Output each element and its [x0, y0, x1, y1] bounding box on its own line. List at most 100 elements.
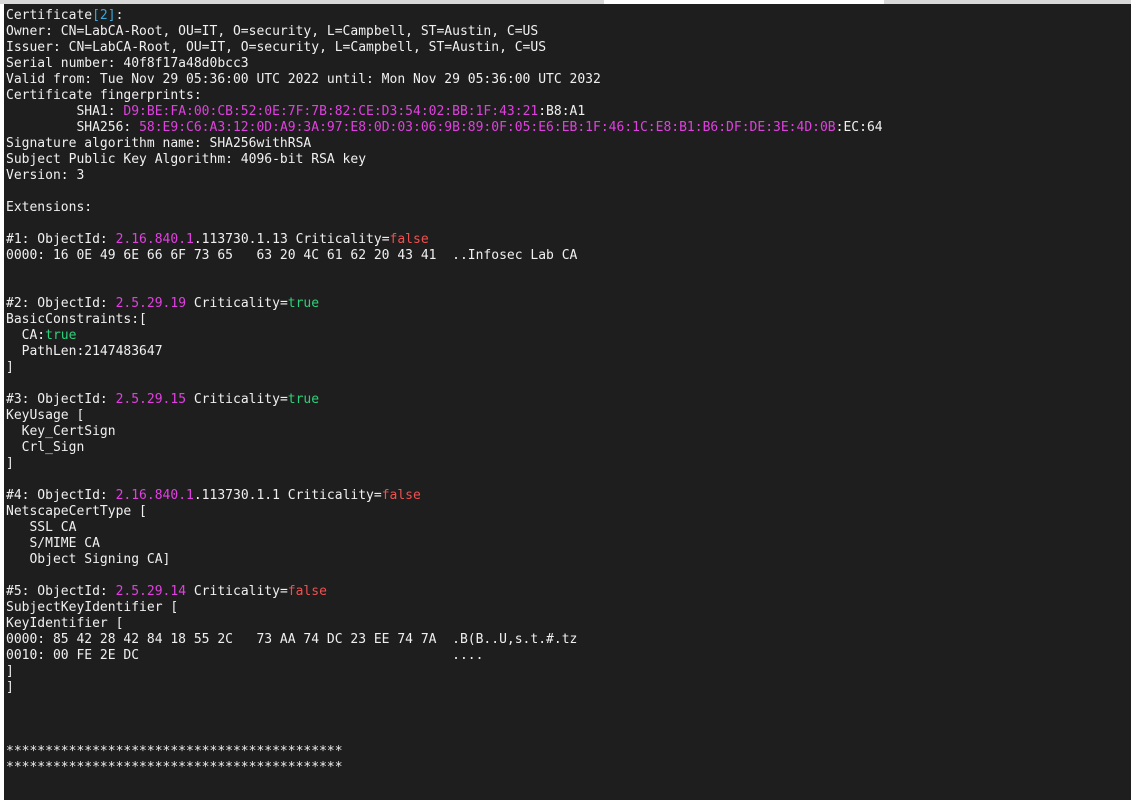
terminal-text: #1: ObjectId: [6, 232, 116, 247]
terminal-text: false [381, 488, 421, 503]
terminal-output[interactable]: Certificate[2]: Owner: CN=LabCA-Root, OU=… [6, 8, 883, 776]
terminal-text: 2.5.29.19 [115, 296, 187, 311]
terminal-text: Issuer: CN=LabCA-Root, OU=IT, O=security… [6, 40, 547, 55]
terminal-text: .113730.1.1 Criticality= [193, 488, 382, 503]
terminal-line: ] [6, 680, 883, 696]
terminal-text: false [287, 584, 327, 599]
terminal-text: Owner: CN=LabCA-Root, OU=IT, O=security,… [6, 24, 539, 39]
terminal-text: Certificate fingerprints: [6, 88, 202, 103]
terminal-text: 58:E9:C6:A3:12:0D:A9:3A:97:E8:0D:03:06:9… [139, 120, 836, 135]
terminal-text: S/MIME CA [6, 536, 100, 551]
terminal-text: ****************************************… [6, 744, 343, 759]
terminal-text: KeyUsage [ [6, 408, 85, 423]
terminal-line: NetscapeCertType [ [6, 504, 883, 520]
terminal-line: Valid from: Tue Nov 29 05:36:00 UTC 2022… [6, 72, 883, 88]
terminal-line: ****************************************… [6, 744, 883, 760]
terminal-text: D9:BE:FA:00:CB:52:0E:7F:7B:82:CE:D3:54:0… [123, 104, 539, 119]
terminal-text: Object Signing CA] [6, 552, 171, 567]
terminal-text: false [389, 232, 429, 247]
terminal-line: Extensions: [6, 200, 883, 216]
terminal-line: Certificate fingerprints: [6, 88, 883, 104]
terminal-line: Version: 3 [6, 168, 883, 184]
terminal-text: Criticality= [186, 584, 288, 599]
terminal-line: ] [6, 360, 883, 376]
terminal-text: :EC:64 [835, 120, 883, 135]
terminal-text: CA: [6, 328, 46, 343]
terminal-text: NetscapeCertType [ [6, 504, 147, 519]
terminal-text: Criticality= [186, 392, 288, 407]
terminal-line: #2: ObjectId: 2.5.29.19 Criticality=true [6, 296, 883, 312]
terminal-text: true [45, 328, 77, 343]
terminal-text: #2: ObjectId: [6, 296, 116, 311]
terminal-line: Object Signing CA] [6, 552, 883, 568]
terminal-line: Key_CertSign [6, 424, 883, 440]
terminal-line: SHA256: 58:E9:C6:A3:12:0D:A9:3A:97:E8:0D… [6, 120, 883, 136]
terminal-text: 2.16.840.1 [115, 488, 194, 503]
terminal-text: SSL CA [6, 520, 77, 535]
terminal-text: ] [6, 360, 14, 375]
terminal-text: ] [6, 664, 14, 679]
terminal-text: [2] [92, 8, 116, 23]
terminal-line: Signature algorithm name: SHA256withRSA [6, 136, 883, 152]
terminal-text: KeyIdentifier [ [6, 616, 124, 631]
terminal-line: ****************************************… [6, 760, 883, 776]
terminal-text: ] [6, 456, 14, 471]
terminal-text: Crl_Sign [6, 440, 85, 455]
terminal-text: 2.16.840.1 [115, 232, 194, 247]
terminal-text: SHA1: [6, 104, 124, 119]
terminal-text: ] [6, 680, 14, 695]
terminal-text: Criticality= [186, 296, 288, 311]
terminal-line: SHA1: D9:BE:FA:00:CB:52:0E:7F:7B:82:CE:D… [6, 104, 883, 120]
terminal-line: Subject Public Key Algorithm: 4096-bit R… [6, 152, 883, 168]
terminal-line: #5: ObjectId: 2.5.29.14 Criticality=fals… [6, 584, 883, 600]
terminal-line: 0000: 16 0E 49 6E 66 6F 73 65 63 20 4C 6… [6, 248, 883, 264]
terminal-line: #1: ObjectId: 2.16.840.1.113730.1.13 Cri… [6, 232, 883, 248]
terminal-text: #5: ObjectId: [6, 584, 116, 599]
terminal-line: Serial number: 40f8f17a48d0bcc3 [6, 56, 883, 72]
terminal-text: Valid from: Tue Nov 29 05:36:00 UTC 2022… [6, 72, 601, 87]
terminal-text: #4: ObjectId: [6, 488, 116, 503]
terminal-line: KeyIdentifier [ [6, 616, 883, 632]
terminal-line: Certificate[2]: [6, 8, 883, 24]
terminal-text: :B8:A1 [538, 104, 586, 119]
terminal-line: Issuer: CN=LabCA-Root, OU=IT, O=security… [6, 40, 883, 56]
terminal-text: : [115, 8, 124, 23]
terminal-line: 0000: 85 42 28 42 84 18 55 2C 73 AA 74 D… [6, 632, 883, 648]
terminal-text: true [287, 392, 320, 407]
terminal-line: SSL CA [6, 520, 883, 536]
terminal-text: 2.5.29.15 [115, 392, 187, 407]
terminal-text: Version: 3 [6, 168, 85, 183]
terminal-text: Signature algorithm name: SHA256withRSA [6, 136, 312, 151]
terminal-line: ] [6, 456, 883, 472]
terminal-text: Certificate [6, 8, 93, 23]
terminal-text: 0000: 16 0E 49 6E 66 6F 73 65 63 20 4C 6… [6, 248, 578, 263]
terminal-text: Extensions: [6, 200, 93, 215]
terminal-line: 0010: 00 FE 2E DC .... [6, 648, 883, 664]
terminal-text: .113730.1.13 Criticality= [193, 232, 390, 247]
terminal-line: PathLen:2147483647 [6, 344, 883, 360]
terminal-text: SHA256: [6, 120, 140, 135]
terminal-text: Subject Public Key Algorithm: 4096-bit R… [6, 152, 367, 167]
terminal-text: Key_CertSign [6, 424, 116, 439]
terminal-line: Crl_Sign [6, 440, 883, 456]
terminal-line: SubjectKeyIdentifier [ [6, 600, 883, 616]
terminal-line: S/MIME CA [6, 536, 883, 552]
terminal-line: CA:true [6, 328, 883, 344]
terminal-line: #4: ObjectId: 2.16.840.1.113730.1.1 Crit… [6, 488, 883, 504]
terminal-text: PathLen:2147483647 [6, 344, 163, 359]
terminal-window[interactable]: Certificate[2]: Owner: CN=LabCA-Root, OU=… [4, 4, 1131, 800]
terminal-line: Owner: CN=LabCA-Root, OU=IT, O=security,… [6, 24, 883, 40]
terminal-text: 0010: 00 FE 2E DC .... [6, 648, 484, 663]
terminal-text: BasicConstraints:[ [6, 312, 147, 327]
terminal-text: SubjectKeyIdentifier [ [6, 600, 179, 615]
terminal-text: #3: ObjectId: [6, 392, 116, 407]
terminal-text: true [287, 296, 320, 311]
